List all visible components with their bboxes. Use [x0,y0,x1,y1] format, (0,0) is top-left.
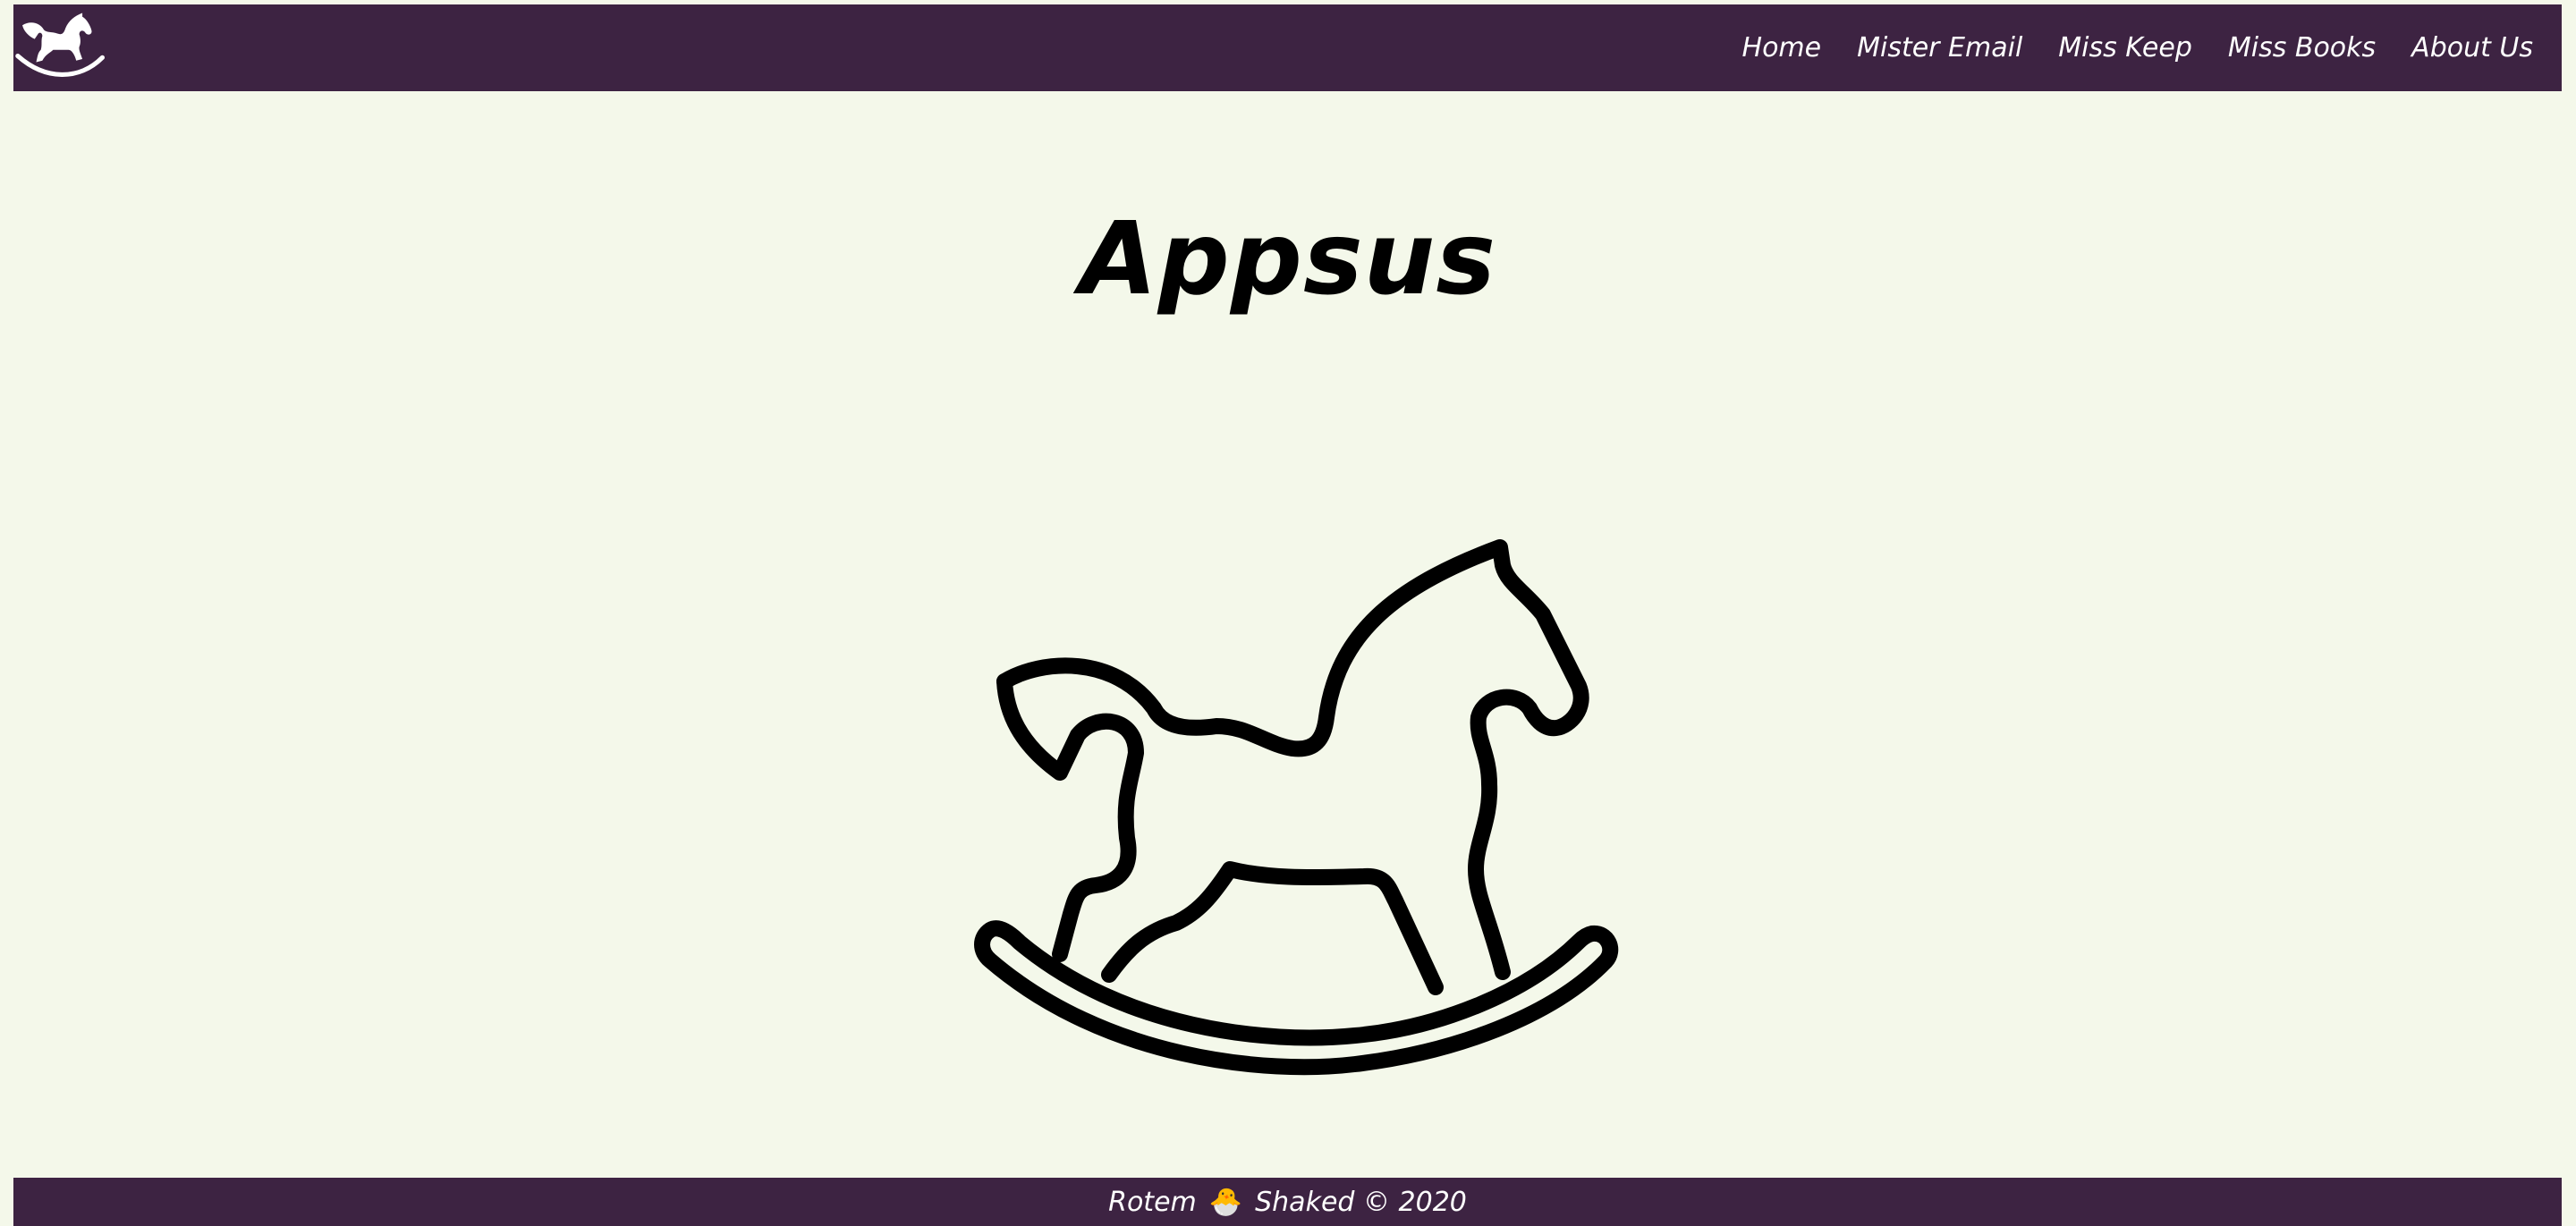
nav-link-miss-keep[interactable]: Miss Keep [2058,32,2192,63]
footer-copyright: © 2020 [1363,1186,1467,1218]
nav-link-about-us[interactable]: About Us [2411,32,2533,63]
footer-name-shaked: Shaked [1255,1186,1355,1218]
nav-link-home[interactable]: Home [1742,32,1822,63]
nav-link-mister-email[interactable]: Mister Email [1857,32,2022,63]
page-title: Appsus [1079,201,1497,317]
footer-name-rotem: Rotem [1108,1186,1197,1218]
chick-emoji-icon: 🐣 [1208,1186,1243,1218]
nav-link-miss-books[interactable]: Miss Books [2228,32,2376,63]
main-nav: Home Mister Email Miss Keep Miss Books A… [1707,32,2533,63]
rocking-horse-icon [974,539,1619,1076]
page: Home Mister Email Miss Keep Miss Books A… [0,0,2576,1226]
footer: Rotem 🐣 Shaked © 2020 [13,1178,2562,1226]
rocking-horse-icon[interactable] [13,10,108,87]
top-nav-bar: Home Mister Email Miss Keep Miss Books A… [13,4,2562,91]
footer-spacer [1354,1187,1363,1218]
